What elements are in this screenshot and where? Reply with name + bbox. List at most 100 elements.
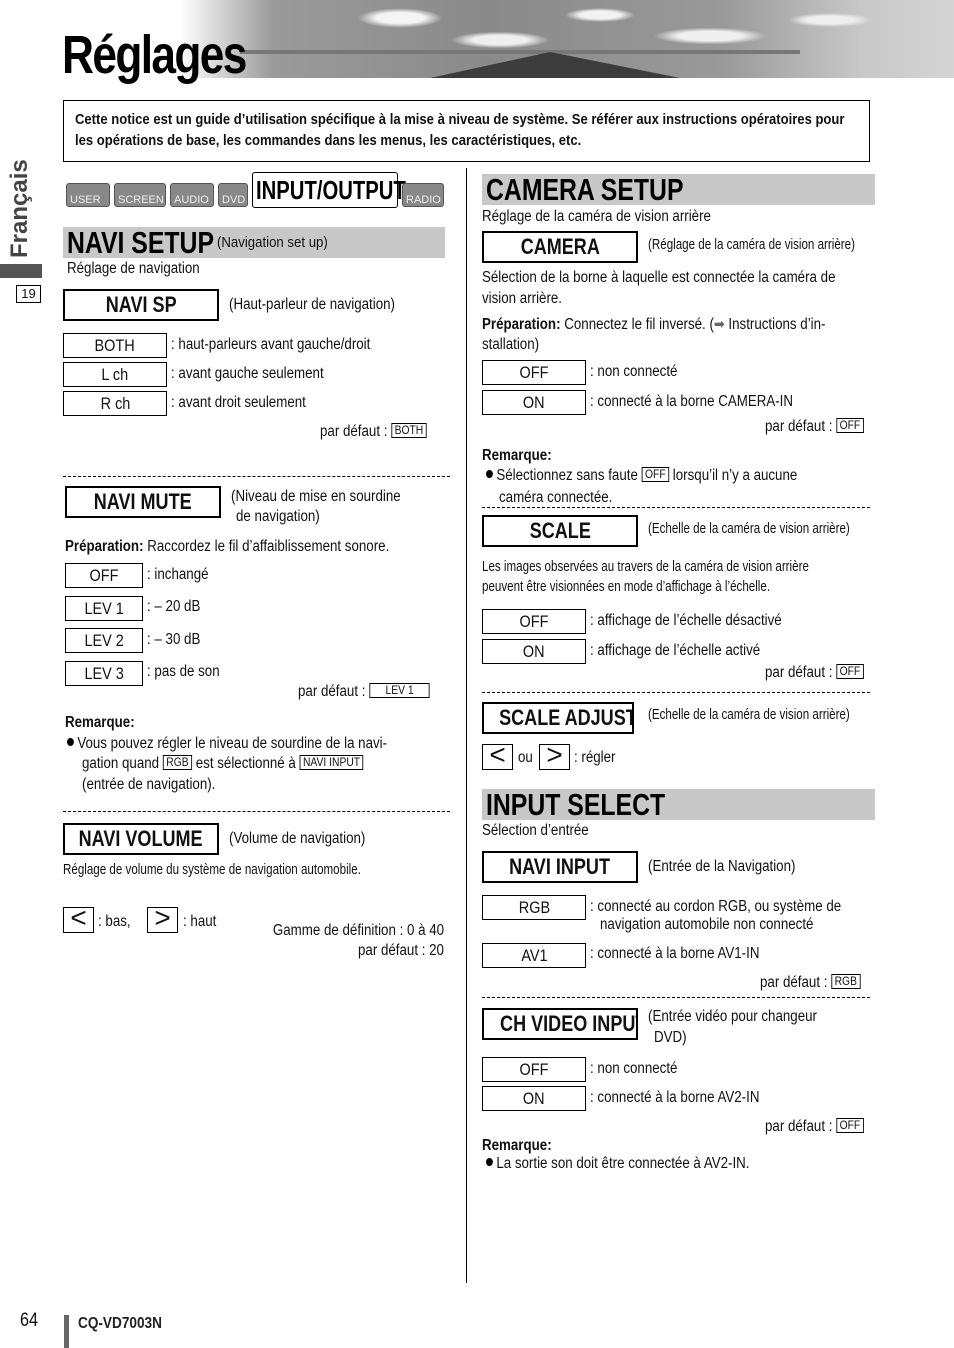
section-number: 19 — [16, 285, 41, 303]
remark-tag-off: OFF — [641, 467, 670, 482]
camera-setting[interactable]: CAMERA — [482, 231, 638, 263]
scale-left-button[interactable]: < — [482, 741, 513, 770]
mode-tab-user[interactable]: USER — [66, 183, 110, 207]
option-desc: : connecté à la borne AV2-IN — [590, 1089, 760, 1106]
option-value: OFF — [519, 612, 549, 631]
chevron-left-icon: < — [489, 739, 506, 770]
option-desc: : haut-parleurs avant gauche/droit — [171, 336, 371, 353]
prep-text: Instructions d’in- — [724, 316, 826, 333]
navi-setup-title: NAVI SETUP — [67, 225, 214, 260]
volume-default: par défaut : 20 — [358, 942, 444, 959]
remark-tag-navi-input: NAVI INPUT — [299, 755, 364, 770]
remark-text: est sélectionné à — [195, 755, 296, 772]
option-value: OFF — [89, 566, 119, 585]
intro-text: Cette notice est un guide d’utilisation … — [75, 112, 845, 149]
option-on[interactable]: ON — [482, 390, 586, 415]
navi-mute-setting[interactable]: NAVI MUTE — [65, 486, 221, 518]
navi-setup-header: NAVI SETUP (Navigation set up) — [63, 225, 445, 260]
mode-tab-screen[interactable]: SCREEN — [114, 183, 166, 207]
mode-tab-input-output[interactable]: INPUT/OUTPUT — [252, 172, 406, 208]
camera-preparation-cont: stallation) — [482, 336, 540, 353]
default-label: par défaut : — [298, 683, 366, 700]
option-lev-2[interactable]: LEV 2 — [65, 628, 143, 653]
option-on[interactable]: ON — [482, 639, 586, 664]
scale-setting[interactable]: SCALE — [482, 515, 638, 547]
scale-adjust-label: SCALE ADJUST — [499, 705, 634, 730]
navi-input-setting[interactable]: NAVI INPUT — [482, 851, 638, 883]
remark-text: gation quand — [82, 755, 160, 772]
option-on[interactable]: ON — [482, 1086, 586, 1111]
option-value: AV1 — [520, 946, 548, 965]
camera-desc-2: vision arrière. — [482, 290, 563, 307]
prep-text: Connectez le fil inversé. ( — [564, 316, 714, 333]
scale-right-button[interactable]: > — [539, 741, 570, 770]
navi-setup-subtitle: (Navigation set up) — [217, 234, 328, 251]
mode-tab-radio[interactable]: RADIO — [402, 183, 444, 207]
option-desc: : – 20 dB — [147, 598, 201, 615]
scale-adjust-setting[interactable]: SCALE ADJUST — [482, 702, 634, 734]
option-av1[interactable]: AV1 — [482, 943, 586, 968]
default-row: par défaut : BOTH — [320, 423, 427, 441]
default-label: par défaut : — [765, 418, 833, 435]
option-desc: : non connecté — [590, 1060, 678, 1077]
chevron-left-icon: < — [70, 902, 87, 933]
navi-mute-caption-1: (Niveau de mise en sourdine — [231, 488, 401, 505]
option-value: R ch — [100, 394, 130, 413]
model-number: CQ-VD7003N — [78, 1315, 162, 1332]
chevron-right-icon: > — [546, 739, 563, 770]
navi-mute-caption-2: de navigation) — [236, 508, 320, 525]
navi-input-caption: (Entrée de la Navigation) — [648, 858, 796, 875]
tab-label: USER — [70, 194, 101, 206]
column-divider — [466, 168, 467, 1283]
remark-label: Remarque: — [482, 1137, 552, 1154]
bullet-icon — [67, 738, 74, 746]
navi-mute-label: NAVI MUTE — [94, 489, 192, 514]
option-desc: : affichage de l’échelle désactivé — [590, 612, 782, 629]
default-value: BOTH — [391, 423, 427, 438]
option-lev-1[interactable]: LEV 1 — [65, 596, 143, 621]
option-value: ON — [523, 642, 545, 661]
remark-label: Remarque: — [65, 714, 135, 731]
default-label: par défaut : — [765, 664, 833, 681]
option-rgb[interactable]: RGB — [482, 895, 586, 920]
remark-text: Vous pouvez régler le niveau de sourdine… — [77, 735, 388, 752]
navi-sp-label: NAVI SP — [105, 292, 177, 317]
scale-desc-1: Les images observées au travers de la ca… — [482, 559, 809, 575]
option-value: OFF — [519, 1060, 549, 1079]
option-off[interactable]: OFF — [482, 360, 586, 385]
volume-down-button[interactable]: < — [63, 904, 94, 933]
camera-setup-title: CAMERA SETUP — [486, 172, 684, 207]
mode-tab-audio[interactable]: AUDIO — [170, 183, 214, 207]
navi-volume-setting[interactable]: NAVI VOLUME — [63, 823, 219, 855]
option-value: LEV 3 — [84, 664, 124, 683]
option-desc: : connecté à la borne AV1-IN — [590, 945, 760, 962]
ch-video-input-setting[interactable]: CH VIDEO INPUT — [482, 1008, 638, 1040]
ch-video-caption-2: DVD) — [654, 1029, 687, 1046]
camera-preparation: Préparation: Connectez le fil inversé. (… — [482, 315, 825, 334]
scale-adjust-action: : régler — [574, 749, 616, 766]
option-desc: : pas de son — [147, 663, 220, 680]
navi-setup-description: Réglage de navigation — [67, 260, 200, 277]
option-off[interactable]: OFF — [65, 563, 143, 588]
option-both[interactable]: BOTH — [63, 333, 167, 358]
default-value: LEV 1 — [369, 683, 430, 698]
option-off[interactable]: OFF — [482, 609, 586, 634]
option-r-ch[interactable]: R ch — [63, 391, 167, 416]
option-off[interactable]: OFF — [482, 1057, 586, 1082]
remark-text: lorsqu’il n’y a aucune — [672, 467, 798, 484]
prep-text: Raccordez le fil d’affaiblissement sonor… — [147, 538, 390, 555]
volume-up-button[interactable]: > — [147, 904, 178, 933]
navi-input-label: NAVI INPUT — [509, 854, 611, 879]
option-lev-3[interactable]: LEV 3 — [65, 661, 143, 686]
mode-tab-dvd[interactable]: DVD — [218, 183, 248, 207]
option-value: OFF — [519, 363, 549, 382]
default-row: par défaut : OFF — [765, 664, 864, 682]
option-l-ch[interactable]: L ch — [63, 362, 167, 387]
tab-label: SCREEN — [118, 194, 164, 206]
remark-line-2: gation quand RGB est sélectionné à NAVI … — [82, 755, 364, 773]
navi-sp-setting[interactable]: NAVI SP — [63, 289, 219, 321]
option-value: LEV 1 — [84, 599, 124, 618]
scale-desc-2: peuvent être visionnées en mode d’affich… — [482, 579, 771, 595]
camera-desc-1: Sélection de la borne à laquelle est con… — [482, 269, 836, 286]
camera-setup-header: CAMERA SETUP — [482, 172, 875, 207]
